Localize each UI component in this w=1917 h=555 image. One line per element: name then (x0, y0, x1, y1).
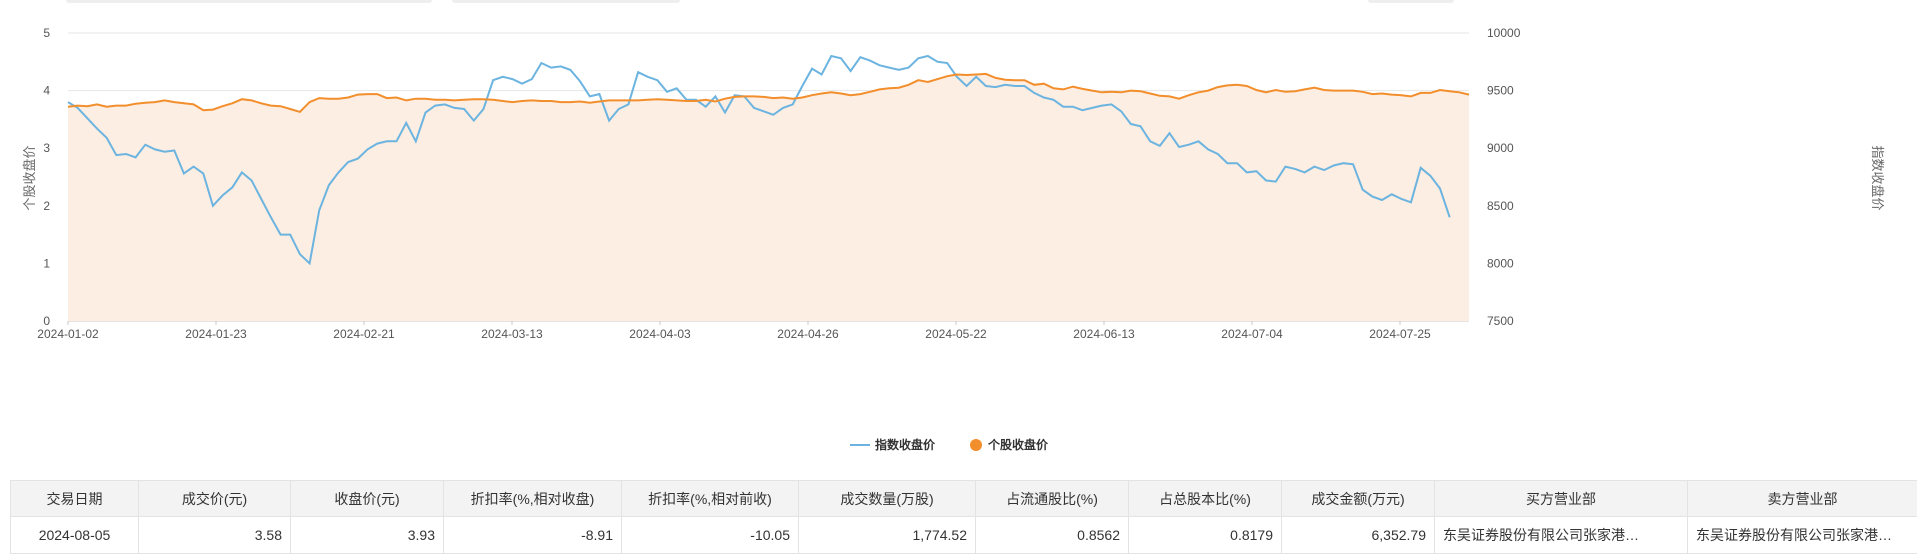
left-tick-label: 2 (43, 199, 50, 213)
left-tick-label: 3 (43, 141, 50, 155)
col-buyer[interactable]: 买方营业部 (1434, 480, 1688, 517)
x-tick-label: 2024-04-26 (777, 327, 839, 341)
x-tick-label: 2024-02-21 (333, 327, 395, 341)
cell-deal-price: 3.58 (138, 516, 291, 554)
col-close-price[interactable]: 收盘价(元) (290, 480, 444, 517)
cell-discount-close: -8.91 (443, 516, 622, 554)
x-tick-label: 2024-06-13 (1073, 327, 1135, 341)
legend[interactable]: 指数收盘价 个股收盘价 (850, 437, 1049, 452)
right-tick-label: 10000 (1487, 26, 1521, 40)
cell-total-ratio: 0.8179 (1128, 516, 1282, 554)
x-tick-label: 2024-05-22 (925, 327, 987, 341)
legend-item-stock[interactable]: 个股收盘价 (970, 437, 1049, 452)
right-tick-label: 9500 (1487, 84, 1514, 98)
left-axis-name: 个股收盘价 (22, 145, 37, 210)
stock-close-area (68, 73, 1469, 322)
svg-text:个股收盘价: 个股收盘价 (987, 437, 1049, 452)
cell-trade-date: 2024-08-05 (10, 516, 139, 554)
x-tick-label: 2024-01-23 (185, 327, 247, 341)
left-tick-label: 1 (43, 256, 50, 270)
x-tick-label: 2024-07-25 (1369, 327, 1431, 341)
col-amount[interactable]: 成交金额(万元) (1281, 480, 1435, 517)
cell-close-price: 3.93 (290, 516, 444, 554)
left-tick-label: 0 (43, 314, 50, 328)
left-tick-label: 5 (43, 26, 50, 40)
x-tick-label: 2024-04-03 (629, 327, 691, 341)
table-header-row: 交易日期 成交价(元) 收盘价(元) 折扣率(%,相对收盘) 折扣率(%,相对前… (10, 480, 1917, 517)
right-tick-label: 7500 (1487, 314, 1514, 328)
legend-item-index[interactable]: 指数收盘价 (850, 437, 936, 452)
left-tick-label: 4 (43, 84, 50, 98)
right-tick-label: 8000 (1487, 256, 1514, 270)
x-tick-label: 2024-07-04 (1221, 327, 1283, 341)
col-volume[interactable]: 成交数量(万股) (798, 480, 976, 517)
right-tick-label: 8500 (1487, 199, 1514, 213)
col-discount-prev[interactable]: 折扣率(%,相对前收) (621, 480, 799, 517)
x-tick-label: 2024-03-13 (481, 327, 543, 341)
cell-discount-prev: -10.05 (621, 516, 799, 554)
table-row[interactable]: 2024-08-05 3.58 3.93 -8.91 -10.05 1,774.… (10, 516, 1917, 554)
cell-seller[interactable]: 东吴证券股份有限公司张家港… (1687, 516, 1917, 554)
cell-float-ratio: 0.8562 (975, 516, 1129, 554)
x-tick-label: 2024-01-02 (37, 327, 99, 341)
col-trade-date[interactable]: 交易日期 (10, 480, 139, 517)
col-total-ratio[interactable]: 占总股本比(%) (1128, 480, 1282, 517)
cell-volume: 1,774.52 (798, 516, 976, 554)
col-float-ratio[interactable]: 占流通股比(%) (975, 480, 1129, 517)
col-discount-close[interactable]: 折扣率(%,相对收盘) (443, 480, 622, 517)
col-deal-price[interactable]: 成交价(元) (138, 480, 291, 517)
col-seller[interactable]: 卖方营业部 (1687, 480, 1917, 517)
chart: 0 1 2 3 4 5 7500 8000 8500 9000 9500 10000 2024-01… (22, 26, 1885, 452)
cell-amount: 6,352.79 (1281, 516, 1435, 554)
cell-buyer[interactable]: 东吴证券股份有限公司张家港… (1434, 516, 1688, 554)
right-tick-label: 9000 (1487, 141, 1514, 155)
block-trade-table: 交易日期 成交价(元) 收盘价(元) 折扣率(%,相对收盘) 折扣率(%,相对前… (10, 480, 1917, 554)
svg-text:指数收盘价: 指数收盘价 (875, 437, 936, 452)
right-axis-name: 指数收盘价 (1870, 145, 1885, 210)
